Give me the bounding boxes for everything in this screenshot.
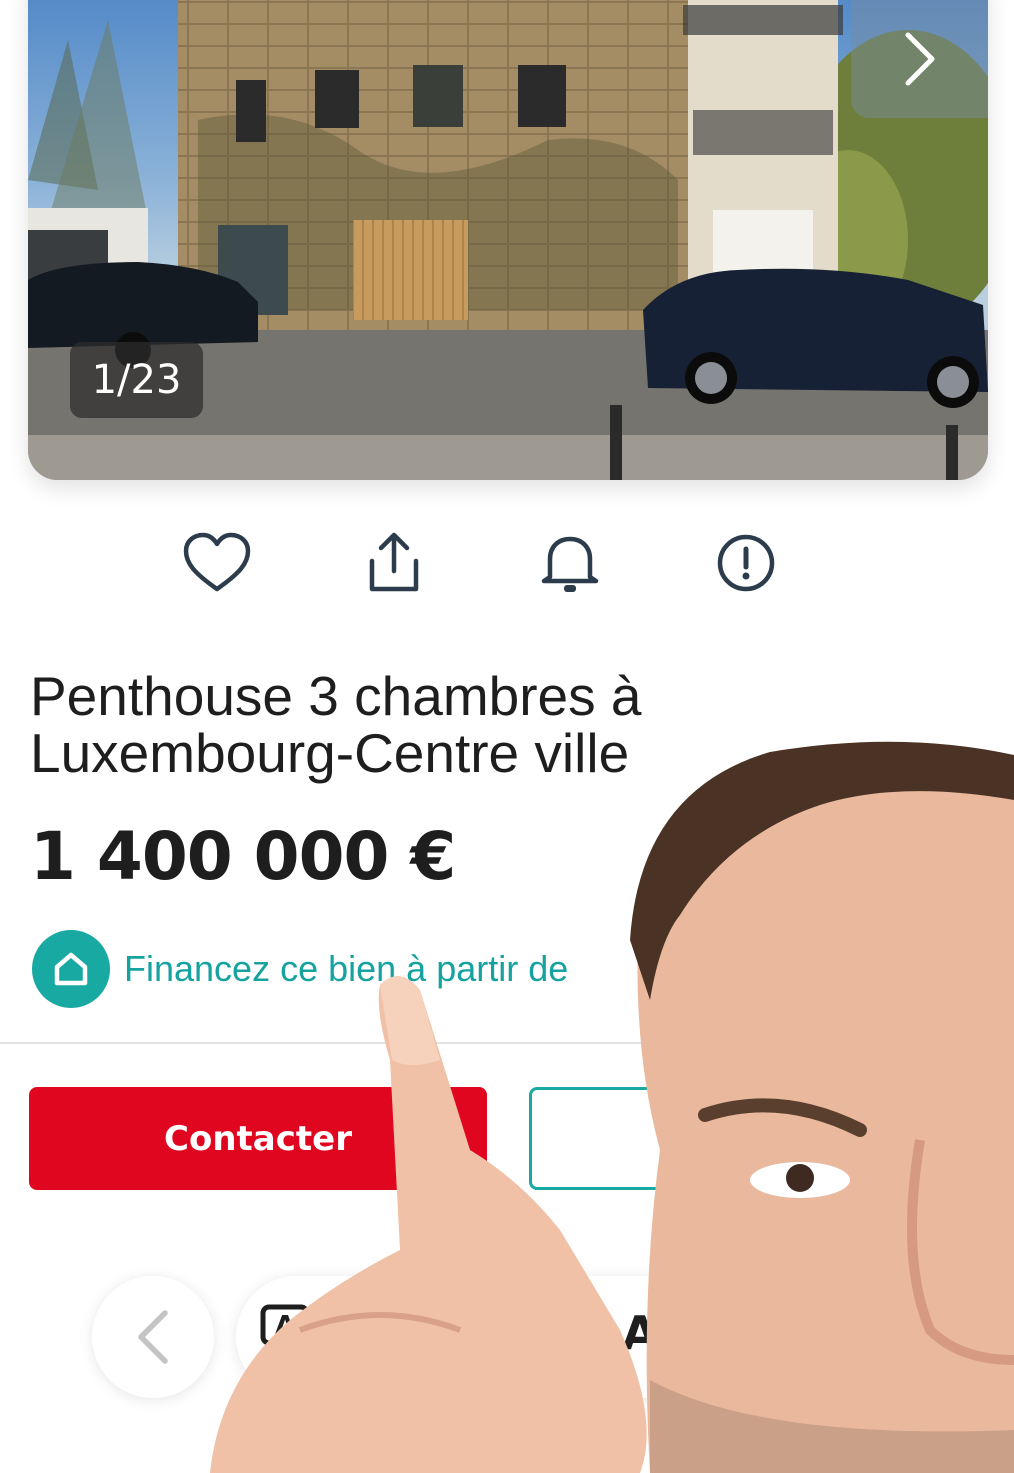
photo-counter: 1/23 (70, 342, 203, 418)
share-icon (369, 532, 419, 592)
report-icon (717, 534, 775, 592)
home-icon (32, 930, 110, 1008)
financing-text: Financez ce bien à partir de (124, 948, 569, 989)
photo-gallery[interactable]: 1/23 (28, 0, 988, 480)
listing-price: 1 400 000 € (30, 818, 456, 895)
toolbar-label: A (622, 1306, 658, 1360)
report-button[interactable] (711, 528, 781, 598)
translate-icon[interactable]: A (260, 1304, 340, 1364)
share-button[interactable] (359, 528, 429, 598)
chevron-left-icon (138, 1310, 168, 1364)
chevron-right-icon (905, 32, 934, 86)
back-button[interactable] (92, 1276, 214, 1398)
next-photo-button[interactable] (851, 0, 988, 118)
bell-icon (541, 536, 599, 592)
heart-icon (183, 532, 251, 592)
listing-title: Penthouse 3 chambres à Luxembourg-Centre… (30, 665, 642, 784)
svg-text:A: A (275, 1311, 295, 1341)
favorite-button[interactable] (182, 528, 252, 598)
alert-button[interactable] (535, 528, 605, 598)
financing-link[interactable]: Financez ce bien à partir de (32, 930, 568, 1008)
contact-button[interactable]: Contacter (29, 1087, 487, 1190)
secondary-action-button[interactable] (529, 1087, 989, 1190)
bottom-toolbar: A A (236, 1276, 996, 1398)
listing-actions (0, 528, 1014, 598)
divider (0, 1042, 1014, 1044)
